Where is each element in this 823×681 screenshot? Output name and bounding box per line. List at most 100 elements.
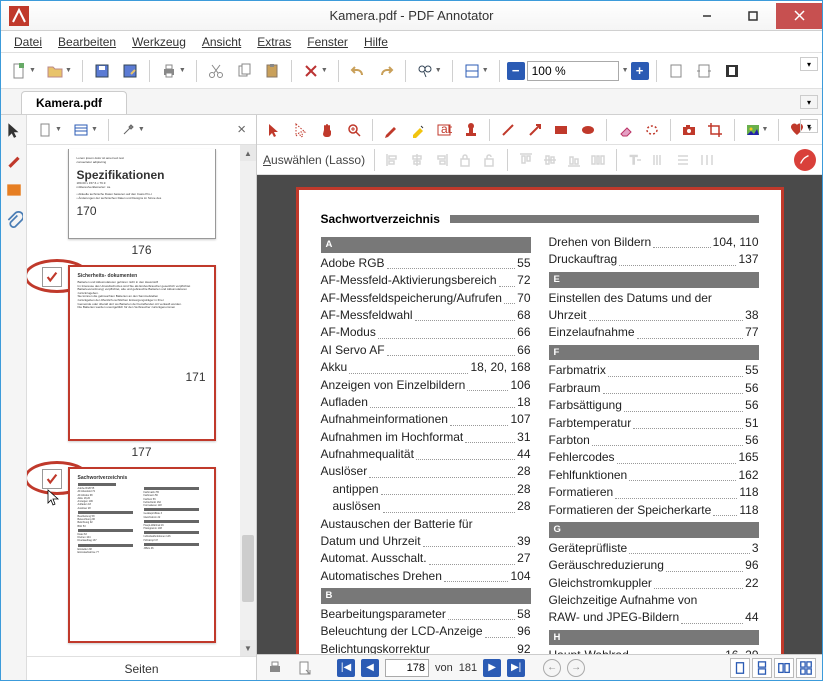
- maximize-button[interactable]: [730, 3, 776, 29]
- spacing-d-icon[interactable]: [698, 151, 716, 169]
- spacing-c-icon[interactable]: [674, 151, 692, 169]
- first-page-button[interactable]: |◀: [337, 659, 355, 677]
- save-button[interactable]: [90, 59, 114, 83]
- prev-page-button[interactable]: ◀: [361, 659, 379, 677]
- menu-extras[interactable]: Extras: [250, 33, 298, 51]
- thumbnail-list[interactable]: Lorem ipsum dolor sit amet text textcons…: [27, 145, 256, 656]
- svg-text:ab: ab: [441, 122, 452, 136]
- find-button[interactable]: ▼: [413, 59, 445, 83]
- menu-tool[interactable]: Werkzeug: [125, 33, 193, 51]
- rail-attach-icon[interactable]: [5, 211, 23, 229]
- menu-window[interactable]: Fenster: [300, 33, 355, 51]
- tool-text[interactable]: ab: [433, 118, 456, 142]
- export-page-button[interactable]: [293, 656, 317, 680]
- align-right-icon[interactable]: [432, 151, 450, 169]
- menu-edit[interactable]: Bearbeiten: [51, 33, 123, 51]
- nav-forward-button[interactable]: →: [567, 659, 585, 677]
- rail-pen-icon[interactable]: [5, 151, 23, 169]
- minimize-button[interactable]: [684, 3, 730, 29]
- page-number-field[interactable]: [385, 659, 429, 677]
- thumbnail-label: 176: [131, 243, 151, 257]
- next-page-button[interactable]: ▶: [483, 659, 501, 677]
- zoom-field[interactable]: [527, 61, 619, 81]
- view-continuous-button[interactable]: [752, 658, 772, 678]
- layout-button[interactable]: ▼: [460, 59, 492, 83]
- thumbnail-page-176[interactable]: Lorem ipsum dolor sit amet text textcons…: [68, 149, 216, 239]
- toolbar-overflow[interactable]: ▾: [800, 57, 818, 71]
- lock-icon[interactable]: [456, 151, 474, 169]
- tool-rectangle[interactable]: [550, 118, 573, 142]
- spacing-b-icon[interactable]: [650, 151, 668, 169]
- redo-button[interactable]: [374, 59, 398, 83]
- fit-page-button[interactable]: [664, 59, 688, 83]
- tool-stamp[interactable]: [459, 118, 482, 142]
- tool-arrow[interactable]: [523, 118, 546, 142]
- page-sep: von: [435, 662, 453, 674]
- zoom-in-button[interactable]: +: [631, 62, 649, 80]
- tool-pen[interactable]: [380, 118, 403, 142]
- spacing-a-icon[interactable]: T: [626, 151, 644, 169]
- main-toolbar: ▼ ▼ ▼ ▼ ▼ ▼ − ▼ + ▾: [1, 53, 822, 89]
- fit-width-button[interactable]: [692, 59, 716, 83]
- thumbnail-page-177[interactable]: Sicherheits- dokumentenBatterien und Akk…: [68, 265, 216, 441]
- sidebar-close-button[interactable]: ×: [233, 121, 250, 138]
- zoom-out-button[interactable]: −: [507, 62, 525, 80]
- quick-pen-button[interactable]: [794, 149, 816, 171]
- menu-file[interactable]: Datei: [7, 33, 49, 51]
- align-center-h-icon[interactable]: [408, 151, 426, 169]
- align-middle-icon[interactable]: [541, 151, 559, 169]
- tool-select[interactable]: [263, 118, 286, 142]
- unlock-icon[interactable]: [480, 151, 498, 169]
- save-as-button[interactable]: [118, 59, 142, 83]
- view-single-button[interactable]: [730, 658, 750, 678]
- tool-ellipse[interactable]: [576, 118, 599, 142]
- rail-note-icon[interactable]: [5, 181, 23, 199]
- tool-lasso-erase[interactable]: [640, 118, 663, 142]
- tool-highlighter[interactable]: [406, 118, 429, 142]
- thumbnail-page-178[interactable]: SachwortverzeichnisAdobe RGB 55AF-Messfe…: [68, 467, 216, 643]
- print-page-button[interactable]: [263, 656, 287, 680]
- sidebar-settings-button[interactable]: ▼: [116, 118, 148, 142]
- close-button[interactable]: [776, 3, 822, 29]
- fullscreen-button[interactable]: [720, 59, 744, 83]
- menubar: Datei Bearbeiten Werkzeug Ansicht Extras…: [1, 31, 822, 53]
- align-left-icon[interactable]: [384, 151, 402, 169]
- tool-zoom[interactable]: [343, 118, 366, 142]
- zoom-dropdown[interactable]: ▼: [622, 67, 629, 74]
- print-button[interactable]: ▼: [157, 59, 189, 83]
- nav-back-button[interactable]: ←: [543, 659, 561, 677]
- tool-lasso[interactable]: [290, 118, 313, 142]
- tabs-overflow[interactable]: ▾: [800, 95, 818, 109]
- tool-snapshot[interactable]: [678, 118, 701, 142]
- cut-button[interactable]: [204, 59, 228, 83]
- sidebar-page-button[interactable]: ▼: [33, 118, 65, 142]
- paste-button[interactable]: [260, 59, 284, 83]
- undo-button[interactable]: [346, 59, 370, 83]
- delete-annotation-button[interactable]: ▼: [299, 59, 331, 83]
- tool-line[interactable]: [497, 118, 520, 142]
- tool-eraser[interactable]: [614, 118, 637, 142]
- distribute-h-icon[interactable]: [589, 151, 607, 169]
- tool-crop[interactable]: [704, 118, 727, 142]
- align-top-icon[interactable]: [517, 151, 535, 169]
- sidebar: ▼ ▼ ▼ × Lorem ipsum dolor sit amet text …: [27, 115, 257, 680]
- rail-cursor-icon[interactable]: [5, 121, 23, 139]
- titlebar: Kamera.pdf - PDF Annotator: [1, 1, 822, 31]
- sidebar-bookmarks-button[interactable]: ▼: [69, 118, 101, 142]
- align-bottom-icon[interactable]: [565, 151, 583, 169]
- document-tab[interactable]: Kamera.pdf: [21, 91, 127, 114]
- annotation-toolbar: ab ▼ ▼ ▾: [257, 115, 822, 145]
- view-two-cont-button[interactable]: [796, 658, 816, 678]
- tool-image[interactable]: ▼: [742, 118, 772, 142]
- tool-pan[interactable]: [316, 118, 339, 142]
- last-page-button[interactable]: ▶|: [507, 659, 525, 677]
- copy-button[interactable]: [232, 59, 256, 83]
- sidebar-scrollbar[interactable]: ▲ ▼: [240, 145, 256, 656]
- menu-help[interactable]: Hilfe: [357, 33, 395, 51]
- view-two-page-button[interactable]: [774, 658, 794, 678]
- open-button[interactable]: ▼: [43, 59, 75, 83]
- document-viewport[interactable]: Sachwortverzeichnis AAdobe RGB55AF-Messf…: [257, 175, 822, 654]
- annotation-toolbar-overflow[interactable]: ▾: [800, 119, 818, 133]
- menu-view[interactable]: Ansicht: [195, 33, 248, 51]
- new-button[interactable]: ▼: [7, 59, 39, 83]
